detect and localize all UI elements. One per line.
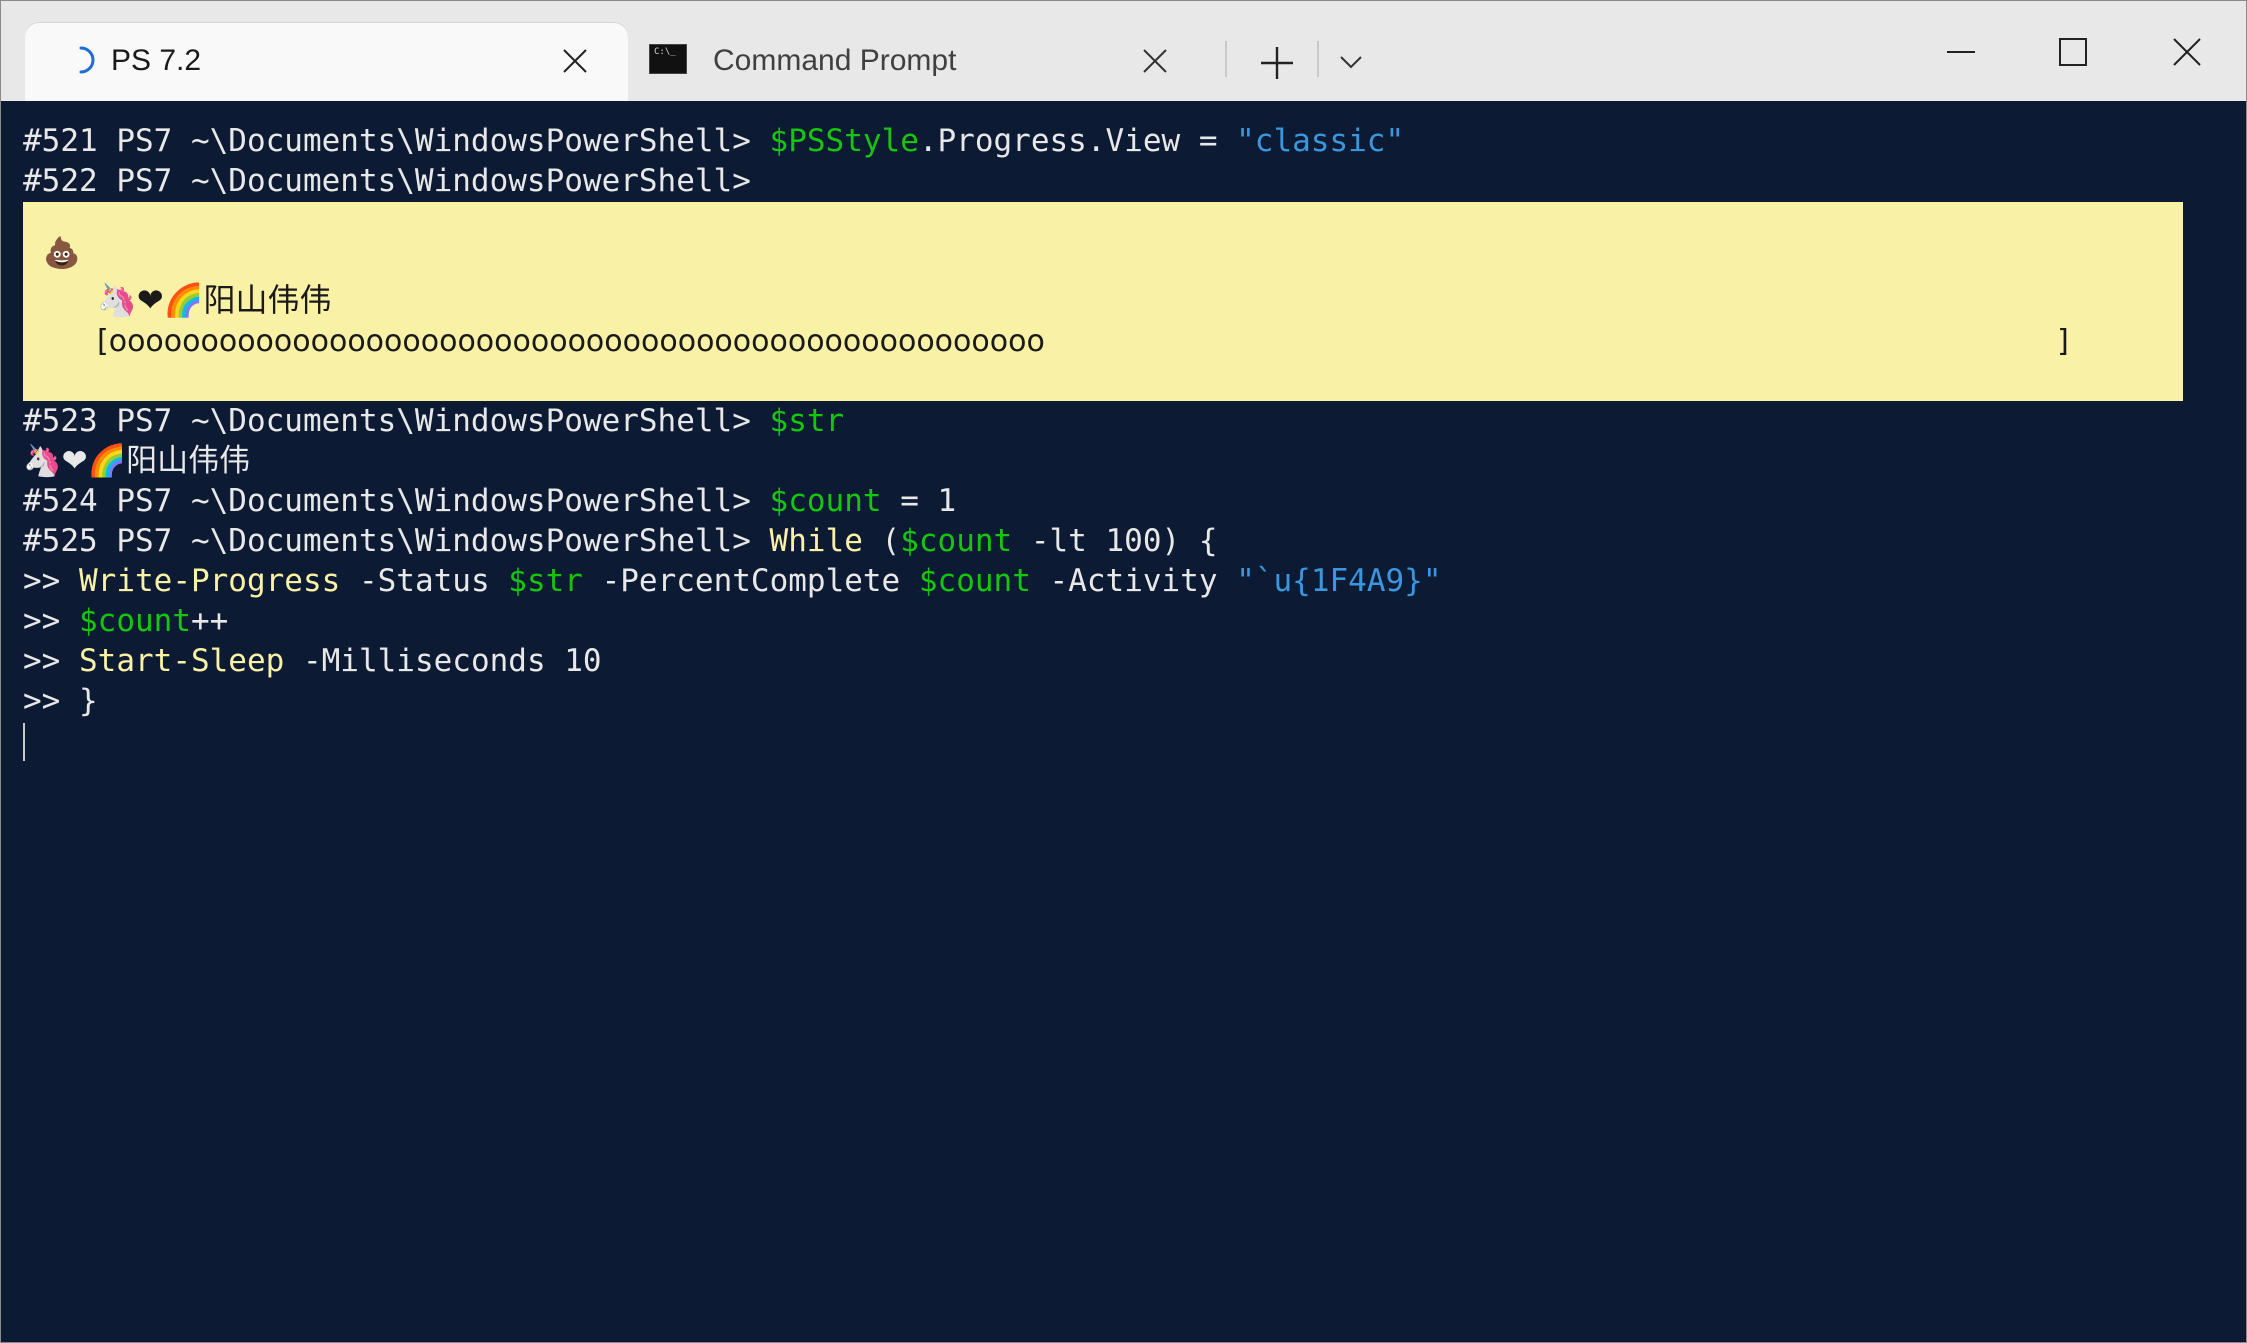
minimize-button[interactable] xyxy=(1931,27,1991,77)
terminal-line-524: #524 PS7 ~\Documents\WindowsPowerShell> … xyxy=(23,483,957,519)
progress-bar-close: ] xyxy=(2055,324,2074,359)
close-icon xyxy=(1143,49,1167,73)
tab-title: Command Prompt xyxy=(713,44,957,77)
tab-close-button[interactable] xyxy=(553,39,597,83)
close-window-button[interactable] xyxy=(2157,27,2217,77)
progress-bar-text: [ooooooooooooooooooooooooooooooooooooooo… xyxy=(97,324,1045,359)
terminal-line-523: #523 PS7 ~\Documents\WindowsPowerShell> … xyxy=(23,403,845,439)
terminal-output-str: 🦄❤🌈阳山伟伟 xyxy=(23,443,251,479)
terminal-continuation-4: >> } xyxy=(23,683,98,719)
text-cursor xyxy=(23,723,25,761)
close-icon xyxy=(563,49,587,73)
maximize-button[interactable] xyxy=(2043,27,2103,77)
activity-emoji: 💩 xyxy=(43,236,81,271)
loading-spinner-icon xyxy=(79,46,95,74)
terminal-window: PS 7.2 C:\_ Command Prompt #521 PS7 ~\Do… xyxy=(0,0,2247,1343)
terminal-line-522: #522 PS7 ~\Documents\WindowsPowerShell> xyxy=(23,163,751,199)
tab-separator xyxy=(1317,41,1319,77)
maximize-icon xyxy=(2059,38,2087,66)
terminal-continuation-1: >> Write-Progress -Status $str -PercentC… xyxy=(23,563,1442,599)
plus-icon xyxy=(1261,47,1293,79)
progress-bar-region: 💩 🦄❤🌈阳山伟伟 [ooooooooooooooooooooooooooooo… xyxy=(23,202,2183,401)
tab-separator xyxy=(1225,41,1227,77)
terminal-line-525: #525 PS7 ~\Documents\WindowsPowerShell> … xyxy=(23,523,1218,559)
title-bar: PS 7.2 C:\_ Command Prompt xyxy=(1,1,2246,101)
tab-ps72[interactable]: PS 7.2 xyxy=(25,23,628,101)
terminal-continuation-2: >> $count++ xyxy=(23,603,229,639)
close-icon xyxy=(2173,38,2201,66)
tab-title: PS 7.2 xyxy=(111,44,202,77)
cmd-icon: C:\_ xyxy=(649,44,687,74)
tab-command-prompt[interactable]: C:\_ Command Prompt xyxy=(641,23,1201,101)
minimize-icon xyxy=(1947,51,1975,53)
progress-status: 🦄❤🌈阳山伟伟 xyxy=(97,281,332,319)
chevron-down-icon xyxy=(1340,56,1362,69)
terminal-pane[interactable]: #521 PS7 ~\Documents\WindowsPowerShell> … xyxy=(1,101,2246,1342)
tab-dropdown-button[interactable] xyxy=(1331,43,1371,83)
tab-close-button[interactable] xyxy=(1133,39,1177,83)
terminal-line-521: #521 PS7 ~\Documents\WindowsPowerShell> … xyxy=(23,123,1405,159)
terminal-continuation-3: >> Start-Sleep -Milliseconds 10 xyxy=(23,643,602,679)
new-tab-button[interactable] xyxy=(1253,39,1301,87)
